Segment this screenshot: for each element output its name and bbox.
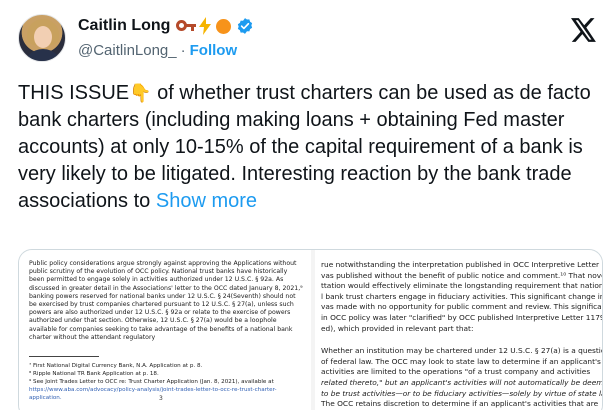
pointing-down-emoji-icon: 👇 [129, 83, 152, 103]
key-icon [176, 19, 197, 33]
author-name[interactable]: Caitlin Long [78, 17, 170, 35]
document-body-text: Public policy considerations argue stron… [29, 260, 303, 341]
author-name-row: Caitlin Long [78, 14, 254, 38]
document-line: vas published without the benefit of pub… [321, 270, 603, 280]
profile-badges [176, 17, 254, 35]
document-line: ed), which provided in relevant part tha… [321, 323, 474, 333]
tweet-card: Caitlin Long @CaitlinLong_ · Follow THIS… [0, 0, 615, 410]
x-logo-icon[interactable] [571, 18, 597, 42]
document-line: ttation would effectively eliminate the … [321, 281, 603, 291]
verified-icon[interactable] [236, 17, 254, 35]
tweet-text: THIS ISSUE👇 of whether trust charters ca… [18, 80, 603, 215]
footnote-7: ⁷ First National Digital Currency Bank, … [29, 363, 203, 370]
quote-line: related thereto," but an applicant's act… [321, 377, 603, 387]
attached-document-image[interactable]: Public policy considerations argue stron… [18, 249, 603, 410]
document-right-paragraph: rue notwithstanding the interpretation p… [321, 260, 603, 334]
quote-line: The OCC retains discretion to determine … [321, 399, 599, 409]
show-more-link[interactable]: Show more [156, 190, 257, 212]
document-page-left: Public policy considerations argue stron… [19, 250, 311, 410]
document-line: vas made with no opportunity for public … [321, 302, 603, 312]
orange-circle-icon [216, 18, 232, 34]
lightning-icon [199, 17, 212, 35]
quote-line: Whether an institution may be chartered … [321, 346, 603, 356]
quote-line: to be trust activities—or to be fiduciar… [321, 388, 603, 398]
footnote-8: ⁸ Ripple National TR Bank Application at… [29, 371, 159, 378]
author-handle[interactable]: @CaitlinLong_ [78, 42, 177, 59]
document-line: l bank trust charters engage in fiduciar… [321, 291, 603, 301]
avatar[interactable] [18, 14, 66, 62]
document-line: rue notwithstanding the interpretation p… [321, 260, 603, 269]
document-line: in OCC policy was later "clarified" by O… [321, 312, 603, 322]
separator-dot: · [180, 42, 186, 59]
page-number: 3 [159, 395, 163, 402]
quote-line: of federal law. The OCC may look to stat… [321, 356, 601, 366]
document-block-quote: Whether an institution may be chartered … [321, 346, 603, 410]
follow-button[interactable]: Follow [190, 42, 238, 59]
quote-line: activities are limited to the operations… [321, 367, 591, 377]
document-page-right: rue notwithstanding the interpretation p… [315, 250, 603, 410]
footnote-9: ⁹ See Joint Trades Letter to OCC re: Tru… [29, 379, 274, 386]
tweet-text-start: THIS ISSUE [18, 82, 130, 104]
footnote-link: https://www.aba.com/advocacy/policy-anal… [29, 387, 277, 402]
footnote-divider [29, 356, 99, 358]
author-handle-row: @CaitlinLong_ · Follow [78, 42, 237, 59]
